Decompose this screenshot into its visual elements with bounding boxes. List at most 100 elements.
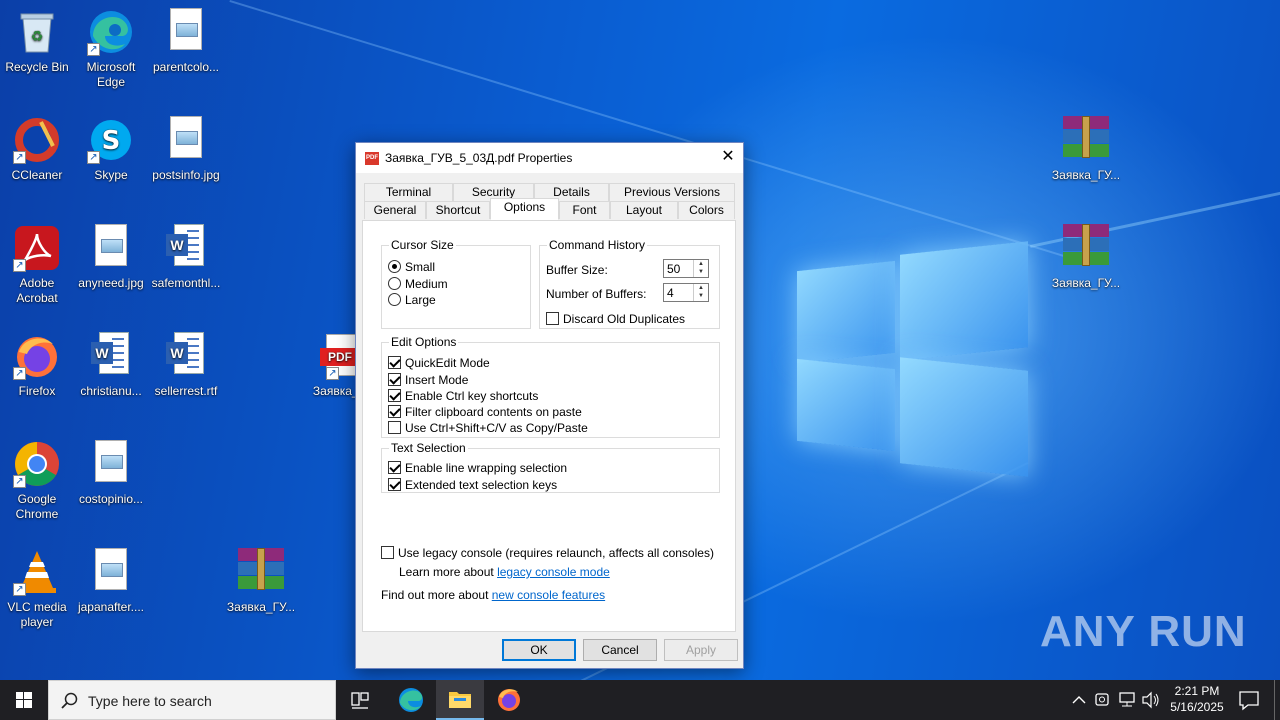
- radio-small[interactable]: Small: [388, 260, 435, 274]
- insert-mode-checkbox[interactable]: Insert Mode: [388, 373, 468, 387]
- desktop-icon-christianu[interactable]: W christianu...: [73, 326, 149, 399]
- edge-icon: [399, 688, 423, 712]
- desktop-icon-microsoft-edge[interactable]: ↗ Microsoft Edge: [73, 2, 149, 90]
- desktop-icon-japanafter[interactable]: japanafter....: [73, 542, 149, 615]
- tray-network[interactable]: [1116, 680, 1138, 720]
- dialog-title: Заявка_ГУВ_5_03Д.pdf Properties: [385, 151, 573, 165]
- desktop-icon-rar-archive[interactable]: Заявка_ГУ...: [1048, 110, 1124, 183]
- apply-button[interactable]: Apply: [664, 639, 738, 661]
- group-title: Cursor Size: [389, 238, 456, 252]
- buffer-size-stepper[interactable]: 50 ▲ ▼: [663, 259, 709, 278]
- taskbar-file-explorer[interactable]: [436, 680, 484, 720]
- tray-clock[interactable]: 2:21 PM 5/16/2025: [1164, 684, 1230, 714]
- stepper-arrows[interactable]: ▲ ▼: [693, 260, 708, 277]
- desktop-icon-parentcolo[interactable]: parentcolo...: [148, 2, 224, 75]
- radio-button[interactable]: [388, 293, 401, 306]
- taskbar-firefox[interactable]: [486, 680, 532, 720]
- radio-button[interactable]: [388, 277, 401, 290]
- radio-large[interactable]: Large: [388, 293, 436, 307]
- dialog-titlebar[interactable]: PDF Заявка_ГУВ_5_03Д.pdf Properties ✕: [356, 143, 743, 173]
- cursor-size-group: Cursor Size Small Medium Large: [381, 238, 531, 329]
- desktop-icon-vlc[interactable]: ↗ VLC media player: [0, 542, 75, 630]
- num-buffers-stepper[interactable]: 4 ▲ ▼: [663, 283, 709, 302]
- task-view-button[interactable]: [338, 680, 382, 720]
- line-wrapping-checkbox[interactable]: Enable line wrapping selection: [388, 461, 567, 475]
- chevron-down-icon[interactable]: ▼: [694, 292, 708, 300]
- desktop-icon-anyneed-jpg[interactable]: anyneed.jpg: [73, 218, 149, 291]
- new-console-features-link[interactable]: new console features: [492, 588, 605, 602]
- quickedit-checkbox[interactable]: QuickEdit Mode: [388, 356, 490, 370]
- discard-duplicates-checkbox[interactable]: Discard Old Duplicates: [546, 312, 685, 326]
- desktop-icon-recycle-bin[interactable]: ♻ Recycle Bin: [0, 2, 75, 75]
- checkbox[interactable]: [388, 389, 401, 402]
- close-icon[interactable]: ✕: [713, 143, 743, 173]
- shortcut-arrow-icon: ↗: [87, 151, 100, 164]
- checkbox[interactable]: [388, 356, 401, 369]
- filter-clipboard-checkbox[interactable]: Filter clipboard contents on paste: [388, 405, 582, 419]
- radio-medium[interactable]: Medium: [388, 277, 448, 291]
- desktop-icon-ccleaner[interactable]: ↗ CCleaner: [0, 110, 75, 183]
- checkbox[interactable]: [388, 461, 401, 474]
- image-file-icon: [87, 548, 135, 596]
- tab-general[interactable]: General: [364, 201, 426, 219]
- folder-icon: [449, 692, 471, 708]
- checkbox[interactable]: [388, 421, 401, 434]
- desktop-icon-costopinio[interactable]: costopinio...: [73, 434, 149, 507]
- cancel-button[interactable]: Cancel: [583, 639, 657, 661]
- ctrl-shortcuts-checkbox[interactable]: Enable Ctrl key shortcuts: [388, 389, 538, 403]
- stepper-arrows[interactable]: ▲ ▼: [693, 284, 708, 301]
- logo-pane: [797, 260, 895, 364]
- show-hidden-icons-button[interactable]: [1068, 680, 1090, 720]
- radio-button[interactable]: [388, 260, 401, 273]
- tab-layout[interactable]: Layout: [610, 201, 678, 219]
- num-buffers-label: Number of Buffers:: [546, 287, 647, 301]
- show-desktop-button[interactable]: [1274, 680, 1280, 720]
- desktop-icon-adobe-acrobat[interactable]: ↗ Adobe Acrobat: [0, 218, 75, 306]
- word-document-icon: W: [87, 332, 135, 380]
- adobe-acrobat-icon: ↗: [13, 224, 61, 272]
- desktop-icon-firefox[interactable]: ↗ Firefox: [0, 326, 75, 399]
- checkbox[interactable]: [388, 373, 401, 386]
- checkbox[interactable]: [388, 405, 401, 418]
- new-features-info: Find out more about new console features: [381, 588, 606, 602]
- chevron-up-icon[interactable]: ▲: [694, 284, 708, 292]
- ccleaner-icon: ↗: [13, 116, 61, 164]
- pdf-badge: PDF: [320, 348, 360, 366]
- search-placeholder: Type here to search: [88, 693, 212, 709]
- tab-options[interactable]: Options: [490, 198, 559, 220]
- taskbar-edge[interactable]: [388, 680, 434, 720]
- tab-shortcut[interactable]: Shortcut: [426, 201, 490, 219]
- tray-volume[interactable]: [1140, 680, 1162, 720]
- legacy-console-mode-link[interactable]: legacy console mode: [497, 565, 610, 579]
- ctrl-shift-cv-checkbox[interactable]: Use Ctrl+Shift+C/V as Copy/Paste: [388, 421, 588, 435]
- desktop-icon-google-chrome[interactable]: ↗ Google Chrome: [0, 434, 75, 522]
- ok-button[interactable]: OK: [502, 639, 576, 661]
- desktop-icon-rar-archive[interactable]: Заявка_ГУ...: [1048, 218, 1124, 291]
- checkbox[interactable]: [388, 478, 401, 491]
- shortcut-arrow-icon: ↗: [326, 367, 339, 380]
- checkbox[interactable]: [546, 312, 559, 325]
- action-center-button[interactable]: [1234, 680, 1264, 720]
- desktop-icon-skype[interactable]: S ↗ Skype: [73, 110, 149, 183]
- buffer-size-value: 50: [667, 262, 681, 276]
- tab-font[interactable]: Font: [559, 201, 610, 219]
- tab-previous-versions[interactable]: Previous Versions: [609, 183, 735, 201]
- notification-icon: [1239, 691, 1259, 711]
- desktop-icon-postsinfo-jpg[interactable]: postsinfo.jpg: [148, 110, 224, 183]
- taskbar-search-box[interactable]: Type here to search: [48, 680, 336, 720]
- desktop-icon-safemonthl[interactable]: W safemonthl...: [148, 218, 224, 291]
- firefox-icon: [498, 689, 520, 711]
- extended-keys-checkbox[interactable]: Extended text selection keys: [388, 478, 557, 492]
- chevron-up-icon[interactable]: ▲: [694, 260, 708, 268]
- legacy-console-checkbox[interactable]: Use legacy console (requires relaunch, a…: [381, 546, 714, 560]
- skype-icon: S ↗: [87, 116, 135, 164]
- tray-meet-now[interactable]: [1092, 680, 1114, 720]
- shortcut-arrow-icon: ↗: [13, 259, 26, 272]
- start-button[interactable]: [0, 680, 48, 720]
- desktop-icon-rar-archive[interactable]: Заявка_ГУ...: [223, 542, 299, 615]
- tab-terminal[interactable]: Terminal: [364, 183, 453, 201]
- desktop-icon-sellerrest-rtf[interactable]: W sellerrest.rtf: [148, 326, 224, 399]
- checkbox[interactable]: [381, 546, 394, 559]
- tab-colors[interactable]: Colors: [678, 201, 735, 219]
- chevron-down-icon[interactable]: ▼: [694, 268, 708, 276]
